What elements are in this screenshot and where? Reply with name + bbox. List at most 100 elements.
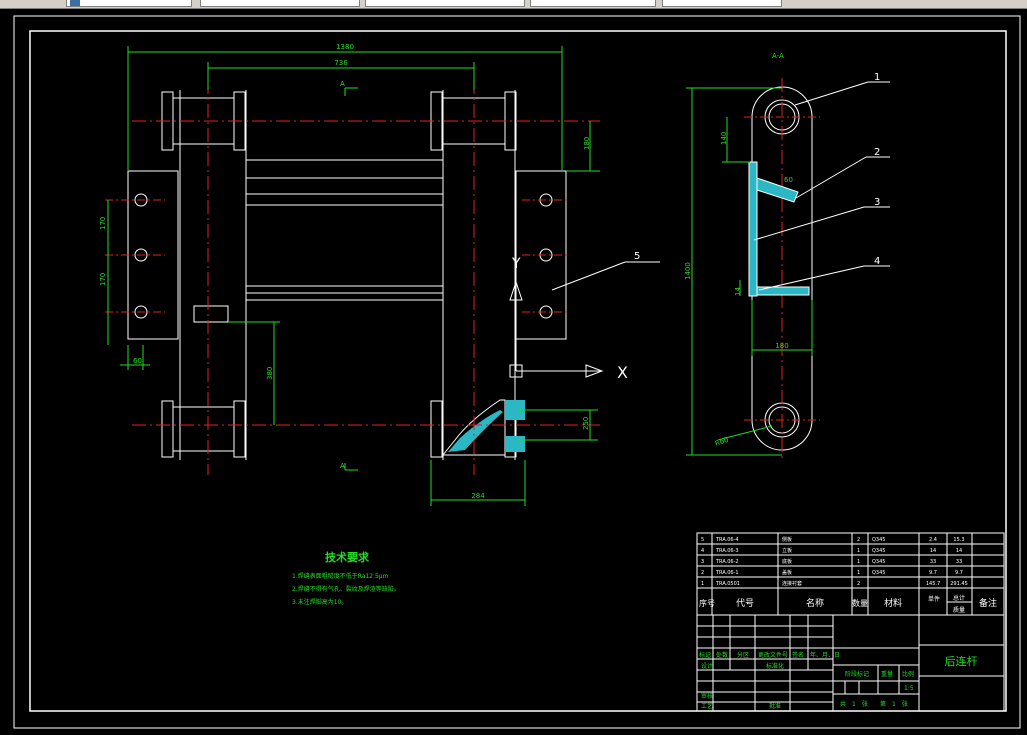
tb-scale-label: 比例 <box>902 670 914 678</box>
tb-ymd: 年、月、日 <box>810 651 840 659</box>
bom-r2-w1: 14 <box>930 548 936 554</box>
right-flange-bot-a <box>430 400 443 458</box>
sec-dim-web-width: 180 <box>775 342 788 350</box>
toolbar-field-linetype[interactable] <box>365 0 525 7</box>
bom-r1-name: 侧板 <box>782 536 792 543</box>
toolbar-field-layer[interactable] <box>66 0 192 7</box>
bom-r2-qty: 1 <box>857 548 860 554</box>
dim-center-to-bottom: 380 <box>266 367 274 380</box>
dim-overall-width: 1380 <box>336 43 354 51</box>
bom-r2-mat: Q345 <box>872 548 885 554</box>
section-view-title: A-A <box>772 52 784 60</box>
bom-r5-code: TRA.0501 <box>715 581 740 587</box>
dim-bottom-width: 284 <box>471 492 485 500</box>
tech-req-line-3: 3.未注焊脚高为10。 <box>292 598 347 606</box>
main-dimensions <box>107 46 600 506</box>
drawing-name: 后连杆 <box>945 654 978 668</box>
bom-r3-qty: 1 <box>857 559 860 565</box>
bom-h-mat: 材料 <box>884 597 902 609</box>
bom-r3-no: 3 <box>701 559 704 565</box>
bom-h-remark: 备注 <box>979 597 997 609</box>
bom-r5-no: 1 <box>701 581 704 587</box>
tech-req-title: 技术要求 <box>325 550 370 564</box>
bom-h-qty: 数量 <box>852 598 868 608</box>
tb-approve: 批准 <box>769 702 781 710</box>
bom-r2-no: 4 <box>701 548 704 554</box>
tb-stage-mark: 阶段标记 <box>845 670 869 678</box>
bom-r4-w2: 9.7 <box>955 570 963 576</box>
bom-r5-qty: 2 <box>857 581 860 587</box>
tb-sheet-current: 1 <box>892 701 896 708</box>
dim-inner-width: 736 <box>334 59 348 67</box>
dim-hole-spacing-1: 170 <box>99 217 107 230</box>
tb-weight: 重量 <box>881 670 893 678</box>
tb-count: 处数 <box>716 651 728 659</box>
sec-dim-small: 14 <box>734 287 742 296</box>
tb-scale-value: 1:5 <box>904 685 914 692</box>
bom-r4-name: 盖板 <box>782 569 792 576</box>
bom-table: 5 TRA.06-4 侧板 2 Q345 2.4 15.3 4 TRA.06-3… <box>696 532 1005 616</box>
layer-icon <box>70 0 80 6</box>
left-flange-bot-a <box>161 400 174 458</box>
toolbar-field-lineweight[interactable] <box>530 0 656 7</box>
drawing-border-outer <box>13 15 1021 729</box>
tb-review: 审核 <box>701 692 713 700</box>
bom-r4-mat: Q345 <box>872 570 885 576</box>
bom-r2-code: TRA.06-3 <box>715 548 739 554</box>
bom-r1-no: 5 <box>701 537 704 543</box>
tech-requirements: 技术要求 1.焊缝表面粗糙度不低于Ra12.5μm 2.焊缝不得有气孔、裂纹及焊… <box>292 550 400 606</box>
dim-bottom-right: 250 <box>582 417 590 430</box>
bom-r4-code: TRA.06-1 <box>715 570 739 576</box>
toolbar-field-color[interactable] <box>200 0 360 7</box>
bom-h-no: 序号 <box>699 598 715 608</box>
bom-r2-w2: 14 <box>956 548 962 554</box>
web-plate-hatch <box>748 161 758 297</box>
section-view: A-A 140 1400 180 R60 60 14 1 2 3 4 <box>684 52 890 458</box>
section-hatch-2 <box>505 436 525 452</box>
bom-r1-mat: Q345 <box>872 537 885 543</box>
tb-sheet-count: 1 <box>852 701 856 708</box>
tech-req-line-1: 1.焊缝表面粗糙度不低于Ra12.5μm <box>292 572 389 580</box>
bom-r5-w1: 145.7 <box>926 581 940 587</box>
title-block: 标记 处数 分区 更改文件号 签名 年、月、日 设计 标准化 阶段标记 重量 比… <box>696 614 1005 712</box>
sec-dim-top-offset: 140 <box>720 132 728 145</box>
sec-dim-angle: 60 <box>784 176 793 184</box>
cad-drawing[interactable]: 1380 736 180 170 170 60 380 250 284 A A … <box>0 8 1027 735</box>
tb-zone: 分区 <box>737 651 749 659</box>
bom-header: 序号 代号 名称 数量 材料 单件 总计 质量 备注 <box>699 594 997 614</box>
ucs-icon <box>509 280 604 378</box>
bom-h-unit: 单件 <box>928 595 940 603</box>
bom-r4-no: 2 <box>701 570 704 576</box>
tb-standard: 标准化 <box>766 662 784 670</box>
sec-dim-total-height: 1400 <box>684 262 692 280</box>
tech-req-line-2: 2.焊缝不得有气孔、裂纹及焊渣等缺陷。 <box>292 585 400 593</box>
bom-h-code: 代号 <box>736 598 754 609</box>
left-lug <box>193 305 229 323</box>
tb-mark: 标记 <box>699 651 711 659</box>
bom-r3-w1: 33 <box>930 559 936 565</box>
bom-h-name: 名称 <box>806 597 824 609</box>
section-callout-2: 2 <box>874 147 880 158</box>
bom-r3-code: TRA.06-2 <box>715 559 739 565</box>
toolbar-field-plotstyle[interactable] <box>662 0 782 7</box>
tb-design: 设计 <box>701 662 713 670</box>
sec-dim-radius: R60 <box>714 436 730 448</box>
dim-right-height: 180 <box>583 137 591 150</box>
main-view: 1380 736 180 170 170 60 380 250 284 A A … <box>99 43 660 506</box>
bom-h-total: 总计 <box>953 594 965 602</box>
bom-r1-code: TRA.06-4 <box>715 537 739 543</box>
tb-change-doc: 更改文件号 <box>758 651 788 659</box>
ucs-axis-x: X <box>617 363 628 382</box>
section-callout-3: 3 <box>874 197 880 208</box>
tb-sheet-unit: 张 <box>862 700 868 708</box>
callout-5-leader <box>551 261 626 291</box>
dim-left-bottom: 60 <box>133 357 142 365</box>
left-tube-bot <box>172 406 235 452</box>
section-callout-1: 1 <box>874 72 880 83</box>
bom-r4-w1: 9.7 <box>929 570 937 576</box>
bom-r5-w2: 291.45 <box>950 581 968 587</box>
bracket-hatch <box>448 410 503 452</box>
tb-sheet-unit2: 张 <box>902 700 908 708</box>
bom-r4-qty: 1 <box>857 570 860 576</box>
bom-r1-qty: 2 <box>857 537 860 543</box>
